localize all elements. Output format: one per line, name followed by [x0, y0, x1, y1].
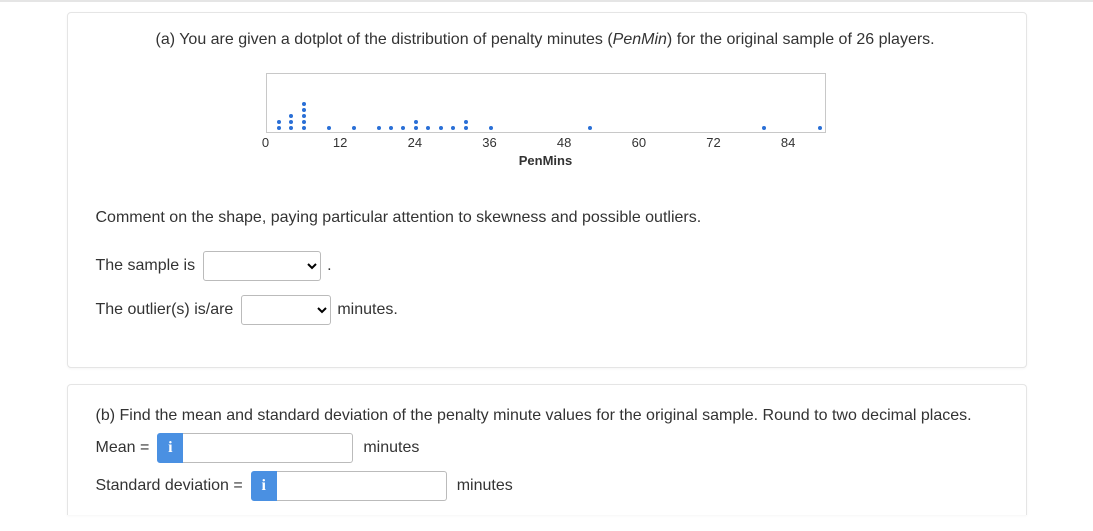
dotplot-dot — [377, 126, 381, 130]
x-tick-label: 60 — [632, 135, 646, 150]
sd-label: Standard deviation = — [96, 477, 243, 495]
outlier-row: The outlier(s) is/are minutes. — [96, 295, 998, 325]
mean-row: Mean = i minutes — [96, 433, 998, 463]
dotplot-dot — [302, 120, 306, 124]
info-icon[interactable]: i — [157, 433, 183, 463]
dotplot-dot — [302, 108, 306, 112]
x-tick-label: 36 — [482, 135, 496, 150]
dotplot-figure: PenMins 012243648607284 — [266, 73, 998, 169]
sample-post-text: . — [327, 257, 331, 275]
sample-shape-row: The sample is . — [96, 251, 998, 281]
dotplot-dot — [426, 126, 430, 130]
dotplot-dot — [302, 114, 306, 118]
part-a-prompt: (a) You are given a dotplot of the distr… — [156, 31, 998, 49]
x-tick-label: 24 — [408, 135, 422, 150]
outlier-post-text: minutes. — [337, 301, 397, 319]
mean-input[interactable] — [183, 433, 353, 463]
dotplot-dot — [289, 120, 293, 124]
x-tick-label: 0 — [262, 135, 269, 150]
dotplot-dot — [302, 102, 306, 106]
sample-pre-text: The sample is — [96, 257, 196, 275]
dotplot-dot — [588, 126, 592, 130]
prompt-text-em: PenMin — [613, 31, 667, 48]
dotplot-dot — [464, 120, 468, 124]
dotplot-dot — [327, 126, 331, 130]
dotplot-dot — [451, 126, 455, 130]
x-tick-label: 84 — [781, 135, 795, 150]
question-part-a: (a) You are given a dotplot of the distr… — [67, 12, 1027, 368]
dotplot-dot — [464, 126, 468, 130]
dotplot-x-axis: PenMins 012243648607284 — [266, 133, 826, 169]
dotplot-dot — [414, 120, 418, 124]
sd-unit: minutes — [457, 477, 513, 495]
dotplot-dot — [414, 126, 418, 130]
x-tick-label: 48 — [557, 135, 571, 150]
dotplot-dot — [818, 126, 822, 130]
outlier-pre-text: The outlier(s) is/are — [96, 301, 234, 319]
x-tick-label: 72 — [706, 135, 720, 150]
prompt-text-post: ) for the original sample of 26 players. — [667, 31, 935, 48]
info-icon[interactable]: i — [251, 471, 277, 501]
dotplot-dot — [352, 126, 356, 130]
dotplot-dot — [289, 126, 293, 130]
dotplot-dot — [489, 126, 493, 130]
dotplot-dot — [401, 126, 405, 130]
dotplot-dot — [277, 126, 281, 130]
mean-unit: minutes — [363, 439, 419, 457]
prompt-text-pre: (a) You are given a dotplot of the distr… — [156, 31, 613, 48]
x-axis-label: PenMins — [519, 153, 572, 168]
dotplot-dot — [289, 114, 293, 118]
part-b-prompt: (b) Find the mean and standard deviation… — [96, 407, 998, 425]
dotplot-dot — [277, 120, 281, 124]
comment-instruction: Comment on the shape, paying particular … — [96, 209, 998, 227]
x-tick-label: 12 — [333, 135, 347, 150]
sample-shape-select[interactable] — [203, 251, 321, 281]
dotplot-dot — [389, 126, 393, 130]
dotplot-dot — [762, 126, 766, 130]
dotplot-dot — [302, 126, 306, 130]
sd-row: Standard deviation = i minutes — [96, 471, 998, 501]
dotplot-plot-area — [266, 73, 826, 133]
sd-input[interactable] — [277, 471, 447, 501]
dotplot-dot — [439, 126, 443, 130]
mean-label: Mean = — [96, 439, 150, 457]
question-part-b: (b) Find the mean and standard deviation… — [67, 384, 1027, 515]
outlier-select[interactable] — [241, 295, 331, 325]
